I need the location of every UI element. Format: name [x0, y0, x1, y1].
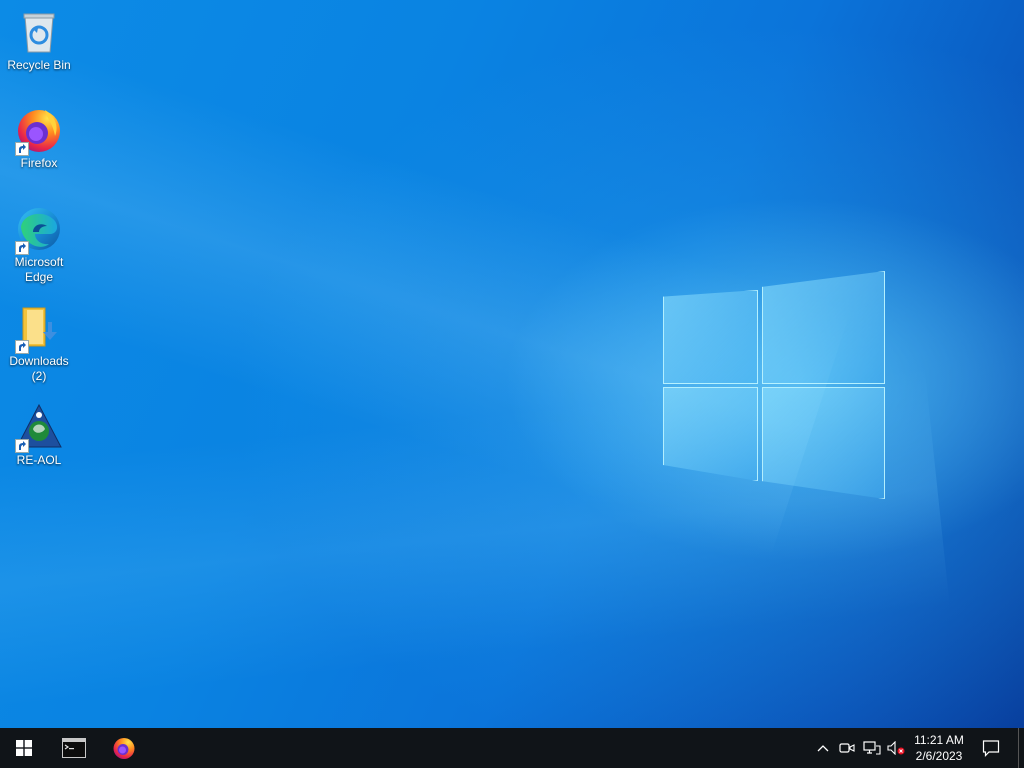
logo-pane	[663, 290, 758, 384]
desktop-icon-re-aol[interactable]: RE-AOL	[4, 403, 74, 468]
desktop-icon-label: Recycle Bin	[7, 58, 71, 72]
desktop-icon-label: Microsoft Edge	[14, 255, 64, 284]
shortcut-arrow-icon	[15, 439, 29, 453]
downloads-folder-icon	[15, 304, 63, 354]
windows-start-icon	[16, 740, 32, 756]
windows-wallpaper-logo	[660, 268, 888, 500]
action-center-button[interactable]	[976, 728, 1006, 768]
clock-time: 11:21 AM	[914, 733, 964, 747]
start-button[interactable]	[0, 728, 48, 768]
desktop-icon-downloads[interactable]: Downloads (2)	[4, 304, 74, 384]
meet-now-button[interactable]	[836, 728, 858, 768]
volume-muted-icon	[887, 741, 905, 755]
logo-pane	[762, 271, 885, 384]
network-icon	[863, 741, 881, 755]
show-hidden-icons-button[interactable]	[812, 728, 834, 768]
logo-pane	[663, 387, 758, 481]
taskbar: 11:21 AM 2/6/2023	[0, 728, 1024, 768]
taskbar-app-command-prompt[interactable]	[50, 728, 98, 768]
re-aol-icon	[15, 403, 63, 453]
firefox-icon	[15, 106, 63, 156]
network-button[interactable]	[860, 728, 884, 768]
desktop-background: Recycle Bin Firefox Microsoft Edge Downl…	[0, 0, 1024, 728]
desktop-icon-label: RE-AOL	[16, 453, 62, 467]
action-center-icon	[982, 740, 1000, 757]
desktop-icon-label: Downloads (2)	[9, 354, 69, 383]
terminal-icon	[62, 738, 86, 758]
shortcut-arrow-icon	[15, 142, 29, 156]
recycle-bin-icon	[15, 8, 63, 56]
desktop-icon-label: Firefox	[20, 156, 58, 170]
shortcut-arrow-icon	[15, 241, 29, 255]
desktop-icon-recycle-bin[interactable]: Recycle Bin	[4, 8, 74, 73]
clock-date: 2/6/2023	[915, 749, 963, 763]
meet-now-icon	[839, 743, 855, 753]
desktop-icon-microsoft-edge[interactable]: Microsoft Edge	[4, 205, 74, 285]
logo-pane	[762, 387, 885, 499]
show-desktop-button[interactable]	[1018, 728, 1024, 768]
chevron-up-icon	[817, 745, 829, 752]
firefox-icon	[113, 738, 135, 759]
shortcut-arrow-icon	[15, 340, 29, 354]
edge-icon	[15, 205, 63, 255]
taskbar-app-firefox[interactable]	[100, 728, 148, 768]
desktop-icon-firefox[interactable]: Firefox	[4, 106, 74, 171]
clock[interactable]: 11:21 AM 2/6/2023	[904, 728, 974, 768]
